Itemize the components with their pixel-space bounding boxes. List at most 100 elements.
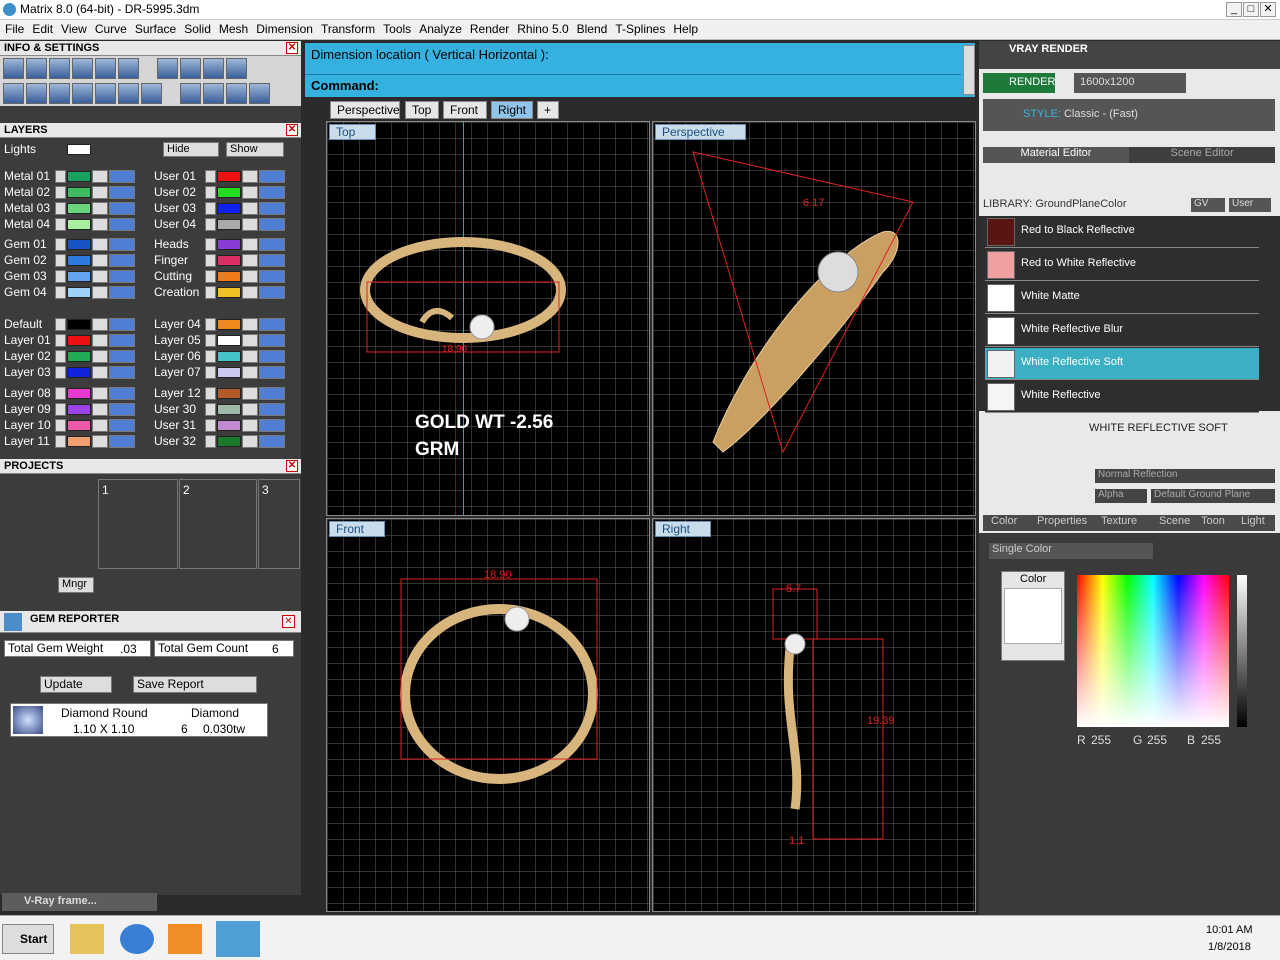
layer-row[interactable]: Layer 09 — [0, 402, 140, 417]
show-button[interactable]: Show — [226, 142, 284, 157]
layer-arrow-icon[interactable] — [55, 170, 66, 183]
tool-icon[interactable] — [203, 58, 224, 79]
menu-rhino[interactable]: Rhino 5.0 — [512, 20, 571, 36]
lock-icon[interactable] — [242, 419, 258, 432]
tab-front[interactable]: Front — [443, 101, 487, 119]
material-item[interactable]: White Reflective — [985, 381, 1259, 413]
lock-icon[interactable] — [92, 170, 108, 183]
tool-icon[interactable] — [203, 83, 224, 104]
layer-arrow-icon[interactable] — [55, 254, 66, 267]
visibility-toggle[interactable] — [109, 202, 135, 215]
layer-row[interactable]: Layer 11 — [0, 434, 140, 449]
layer-color-swatch[interactable] — [217, 404, 241, 415]
visibility-toggle[interactable] — [259, 435, 285, 448]
visibility-toggle[interactable] — [259, 202, 285, 215]
layer-color-swatch[interactable] — [67, 420, 91, 431]
lock-icon[interactable] — [242, 238, 258, 251]
tab-light[interactable]: Light — [1241, 515, 1265, 527]
visibility-toggle[interactable] — [259, 334, 285, 347]
lights-swatch[interactable] — [67, 144, 91, 155]
menu-help[interactable]: Help — [668, 20, 701, 36]
tab-color[interactable]: Color — [991, 515, 1017, 527]
layer-row[interactable]: User 30 — [150, 402, 290, 417]
visibility-toggle[interactable] — [109, 186, 135, 199]
add-tab-button[interactable]: + — [537, 101, 559, 119]
layer-row[interactable]: Metal 04 — [0, 217, 140, 232]
menu-file[interactable]: File — [0, 20, 27, 36]
cylinder-icon[interactable] — [72, 83, 93, 104]
cube-icon[interactable] — [118, 58, 139, 79]
layer-row[interactable]: Gem 04 — [0, 285, 140, 300]
material-item[interactable]: White Reflective Soft — [985, 348, 1259, 380]
layer-row[interactable]: Layer 12 — [150, 386, 290, 401]
layer-arrow-icon[interactable] — [55, 435, 66, 448]
layer-color-swatch[interactable] — [67, 436, 91, 447]
tab-material-editor[interactable]: Material Editor — [983, 147, 1129, 163]
tab-properties[interactable]: Properties — [1037, 515, 1087, 527]
lock-icon[interactable] — [92, 186, 108, 199]
layer-color-swatch[interactable] — [217, 388, 241, 399]
layer-arrow-icon[interactable] — [205, 318, 216, 331]
layer-arrow-icon[interactable] — [55, 350, 66, 363]
close-icon[interactable]: ✕ — [282, 615, 295, 628]
layer-color-swatch[interactable] — [217, 335, 241, 346]
layer-color-swatch[interactable] — [217, 187, 241, 198]
lock-icon[interactable] — [92, 270, 108, 283]
layer-row[interactable]: User 02 — [150, 185, 290, 200]
lock-icon[interactable] — [242, 387, 258, 400]
color-spectrum[interactable] — [1077, 575, 1229, 727]
lock-icon[interactable] — [242, 286, 258, 299]
lock-icon[interactable] — [92, 350, 108, 363]
visibility-toggle[interactable] — [259, 318, 285, 331]
lock-icon[interactable] — [92, 387, 108, 400]
layer-color-swatch[interactable] — [217, 287, 241, 298]
visibility-toggle[interactable] — [109, 419, 135, 432]
layer-color-swatch[interactable] — [217, 420, 241, 431]
save-report-button[interactable]: Save Report — [133, 676, 257, 693]
visibility-toggle[interactable] — [259, 254, 285, 267]
menu-curve[interactable]: Curve — [90, 20, 130, 36]
search-icon[interactable] — [26, 58, 47, 79]
layer-arrow-icon[interactable] — [55, 387, 66, 400]
layer-arrow-icon[interactable] — [55, 419, 66, 432]
menu-solid[interactable]: Solid — [179, 20, 214, 36]
layer-arrow-icon[interactable] — [55, 403, 66, 416]
menu-tools[interactable]: Tools — [378, 20, 414, 36]
tool-icon[interactable] — [249, 83, 270, 104]
layer-color-swatch[interactable] — [67, 219, 91, 230]
layer-color-swatch[interactable] — [67, 335, 91, 346]
select-icon[interactable] — [118, 83, 139, 104]
lock-icon[interactable] — [242, 318, 258, 331]
visibility-toggle[interactable] — [109, 350, 135, 363]
minimize-button[interactable]: _ — [1226, 2, 1242, 17]
browser-icon[interactable] — [120, 924, 154, 954]
visibility-toggle[interactable] — [259, 286, 285, 299]
layer-arrow-icon[interactable] — [205, 435, 216, 448]
layer-color-swatch[interactable] — [217, 239, 241, 250]
layer-color-swatch[interactable] — [67, 351, 91, 362]
render-button[interactable]: RENDER — [983, 73, 1055, 93]
layer-color-swatch[interactable] — [217, 436, 241, 447]
visibility-toggle[interactable] — [109, 435, 135, 448]
layer-row[interactable]: User 03 — [150, 201, 290, 216]
update-button[interactable]: Update — [40, 676, 112, 693]
lock-icon[interactable] — [92, 286, 108, 299]
lock-icon[interactable] — [92, 218, 108, 231]
visibility-toggle[interactable] — [259, 366, 285, 379]
alpha-option[interactable]: Alpha — [1095, 489, 1147, 503]
layer-arrow-icon[interactable] — [55, 366, 66, 379]
layer-row[interactable]: Gem 03 — [0, 269, 140, 284]
tab-texture[interactable]: Texture — [1101, 515, 1137, 527]
settings-icon[interactable] — [3, 58, 24, 79]
layer-row[interactable]: User 31 — [150, 418, 290, 433]
viewport-perspective[interactable]: Perspective 6.17 — [652, 121, 976, 516]
menu-mesh[interactable]: Mesh — [214, 20, 251, 36]
lock-icon[interactable] — [242, 350, 258, 363]
project-slot-3[interactable]: 3 — [258, 479, 300, 569]
visibility-toggle[interactable] — [259, 170, 285, 183]
layer-color-swatch[interactable] — [67, 239, 91, 250]
layer-arrow-icon[interactable] — [205, 186, 216, 199]
menu-analyze[interactable]: Analyze — [414, 20, 465, 36]
lock-icon[interactable] — [92, 435, 108, 448]
layer-row[interactable]: Layer 10 — [0, 418, 140, 433]
